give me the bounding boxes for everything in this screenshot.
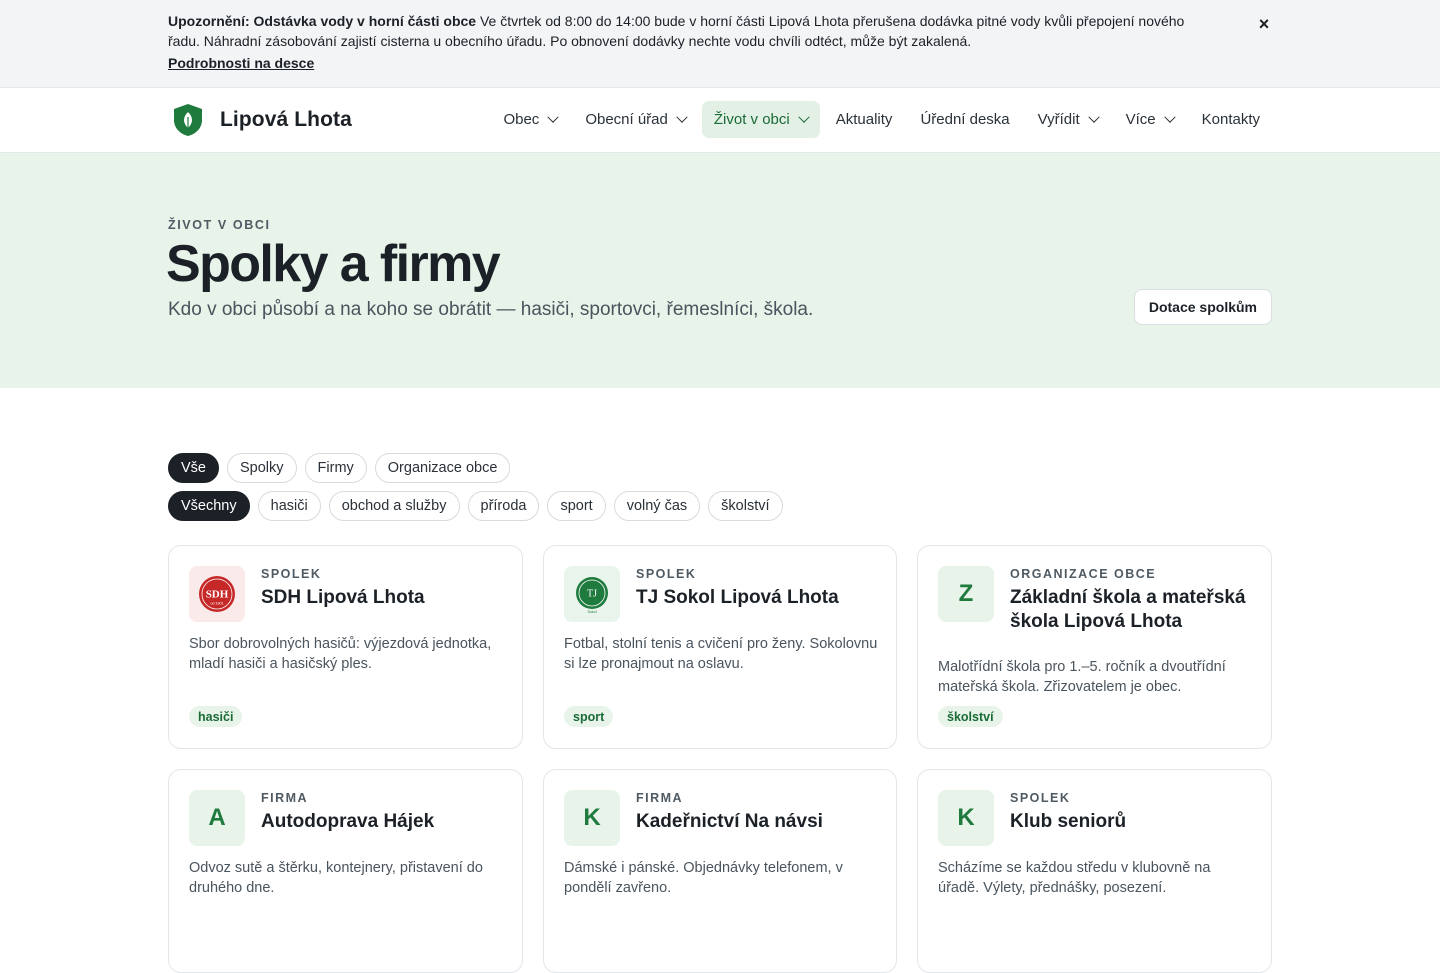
alert-details-link[interactable]: Podrobnosti na desce: [168, 54, 314, 74]
card-title: Autodoprava Hájek: [261, 811, 435, 832]
chevron-down-icon: [1087, 111, 1100, 123]
breadcrumb: ŽIVOT V OBCI: [168, 218, 271, 232]
alert-content: Upozornění: Odstávka vody v horní části …: [168, 12, 1208, 74]
sdh-logo: SDH od 1901: [189, 566, 245, 622]
shield-logo-icon: [172, 103, 204, 137]
card-title: Kadeřnictví Na návsi: [636, 811, 823, 832]
card-type: FIRMA: [261, 791, 309, 805]
category-chip-hasici[interactable]: hasiči: [257, 491, 321, 521]
filter-chip-firmy[interactable]: Firmy: [304, 453, 367, 483]
card-description: Malotřídní škola pro 1.–5. ročník a dvou…: [938, 659, 1226, 695]
letter-avatar: A: [189, 790, 245, 846]
tj-logo-subtext: Sokol: [588, 610, 597, 614]
tj-logo-text: TJ: [587, 589, 597, 600]
directory-grid: SDH od 1901 SPOLEK SDH Lipová Lhota Sbor…: [168, 545, 1272, 973]
nav-label: Úřední deska: [920, 111, 1010, 128]
main-nav: Obec Obecní úřad Život v obci Aktuality …: [491, 101, 1272, 138]
directory-card[interactable]: TJ Sokol SPOLEK TJ Sokol Lipová Lhota Fo…: [543, 545, 897, 749]
nav-item-vice[interactable]: Více: [1114, 101, 1186, 138]
card-description: Scházíme se každou středu v klubovně na …: [938, 860, 1211, 896]
chevron-down-icon: [1163, 111, 1176, 123]
nav-item-zivot-v-obci[interactable]: Život v obci: [701, 101, 820, 138]
category-chip-volny-cas[interactable]: volný čas: [613, 491, 701, 521]
category-chip-skolstvi[interactable]: školství: [708, 491, 783, 521]
nav-item-kontakty[interactable]: Kontakty: [1190, 101, 1272, 138]
nav-label: Aktuality: [835, 111, 893, 128]
nav-label: Život v obci: [713, 111, 790, 128]
tj-sokol-logo: TJ Sokol: [564, 566, 620, 622]
card-title: Klub seniorů: [1010, 811, 1127, 832]
card-tag: sport: [564, 706, 614, 727]
card-type: FIRMA: [636, 791, 684, 805]
card-type: SPOLEK: [636, 567, 697, 581]
close-icon[interactable]: ×: [1252, 12, 1276, 36]
nav-label: Obecní úřad: [585, 111, 668, 128]
chevron-down-icon: [547, 111, 559, 123]
letter-avatar: Z: [938, 566, 994, 622]
type-filter-row: Vše Spolky Firmy Organizace obce: [168, 453, 783, 483]
card-tag: školství: [938, 706, 1003, 727]
chevron-down-icon: [676, 111, 688, 123]
sdh-logo-text: SDH: [206, 589, 229, 601]
site-header: Lipová Lhota Obec Obecní úřad Život v ob…: [0, 88, 1440, 153]
alert-banner: Upozornění: Odstávka vody v horní části …: [0, 0, 1440, 88]
category-chip-obchod-a-sluzby[interactable]: obchod a služby: [328, 491, 460, 521]
directory-card[interactable]: K SPOLEK Klub seniorů Scházíme se každou…: [917, 769, 1272, 973]
directory-card[interactable]: K FIRMA Kadeřnictví Na návsi Dámské i pá…: [543, 769, 897, 973]
category-chip-sport[interactable]: sport: [547, 491, 606, 521]
nav-label: Vyřídit: [1037, 111, 1080, 128]
nav-item-aktuality[interactable]: Aktuality: [824, 101, 905, 138]
category-filter-row: Všechny hasiči obchod a služby příroda s…: [168, 491, 783, 521]
card-type: SPOLEK: [1010, 791, 1071, 805]
card-title: TJ Sokol Lipová Lhota: [636, 587, 839, 608]
card-type: SPOLEK: [261, 567, 322, 581]
brand-home-link[interactable]: Lipová Lhota: [172, 103, 352, 137]
filter-chip-spolky[interactable]: Spolky: [227, 453, 297, 483]
category-chip-vsechny[interactable]: Všechny: [168, 491, 250, 521]
card-title: SDH Lipová Lhota: [261, 587, 425, 608]
directory-card[interactable]: SDH od 1901 SPOLEK SDH Lipová Lhota Sbor…: [168, 545, 523, 749]
card-tag: hasiči: [189, 706, 243, 727]
letter-avatar: K: [938, 790, 994, 846]
card-description: Fotbal, stolní tenis a cvičení pro ženy.…: [564, 636, 878, 672]
filters: Vše Spolky Firmy Organizace obce Všechny…: [168, 453, 783, 529]
nav-label: Obec: [503, 111, 540, 128]
letter-avatar: K: [564, 790, 620, 846]
page-subtitle: Kdo v obci působí a na koho se obrátit —…: [168, 299, 814, 320]
grants-button[interactable]: Dotace spolkům: [1133, 289, 1272, 325]
nav-label: Více: [1125, 111, 1156, 128]
directory-card[interactable]: A FIRMA Autodoprava Hájek Odvoz sutě a š…: [168, 769, 523, 973]
category-chip-priroda[interactable]: příroda: [467, 491, 540, 521]
sdh-logo-subtext: od 1901: [211, 602, 224, 606]
brand-name: Lipová Lhota: [220, 108, 352, 131]
nav-item-obecni-urad[interactable]: Obecní úřad: [573, 101, 698, 138]
card-description: Odvoz sutě a štěrku, kontejnery, přistav…: [189, 860, 483, 896]
nav-item-vyridit[interactable]: Vyřídit: [1026, 101, 1110, 138]
alert-title: Upozornění: Odstávka vody v horní části …: [168, 13, 477, 29]
card-description: Sbor dobrovolných hasičů: výjezdová jedn…: [189, 636, 492, 672]
card-type: ORGANIZACE OBCE: [1010, 567, 1157, 581]
nav-item-uredni-deska[interactable]: Úřední deska: [908, 101, 1021, 138]
page-title: Spolky a firmy: [166, 235, 501, 293]
page-hero: ŽIVOT V OBCI Spolky a firmy Kdo v obci p…: [0, 153, 1440, 388]
chevron-down-icon: [798, 111, 810, 123]
filter-chip-organizace-obce[interactable]: Organizace obce: [374, 453, 511, 483]
card-description: Dámské i pánské. Objednávky telefonem, v…: [564, 860, 843, 896]
nav-label: Kontakty: [1201, 111, 1260, 128]
card-title: Základní škola a mateřská škola Lipová L…: [1010, 587, 1246, 632]
directory-card[interactable]: Z ORGANIZACE OBCE Základní škola a mateř…: [917, 545, 1272, 749]
nav-item-obec[interactable]: Obec: [491, 101, 569, 138]
filter-chip-vse[interactable]: Vše: [168, 453, 219, 483]
